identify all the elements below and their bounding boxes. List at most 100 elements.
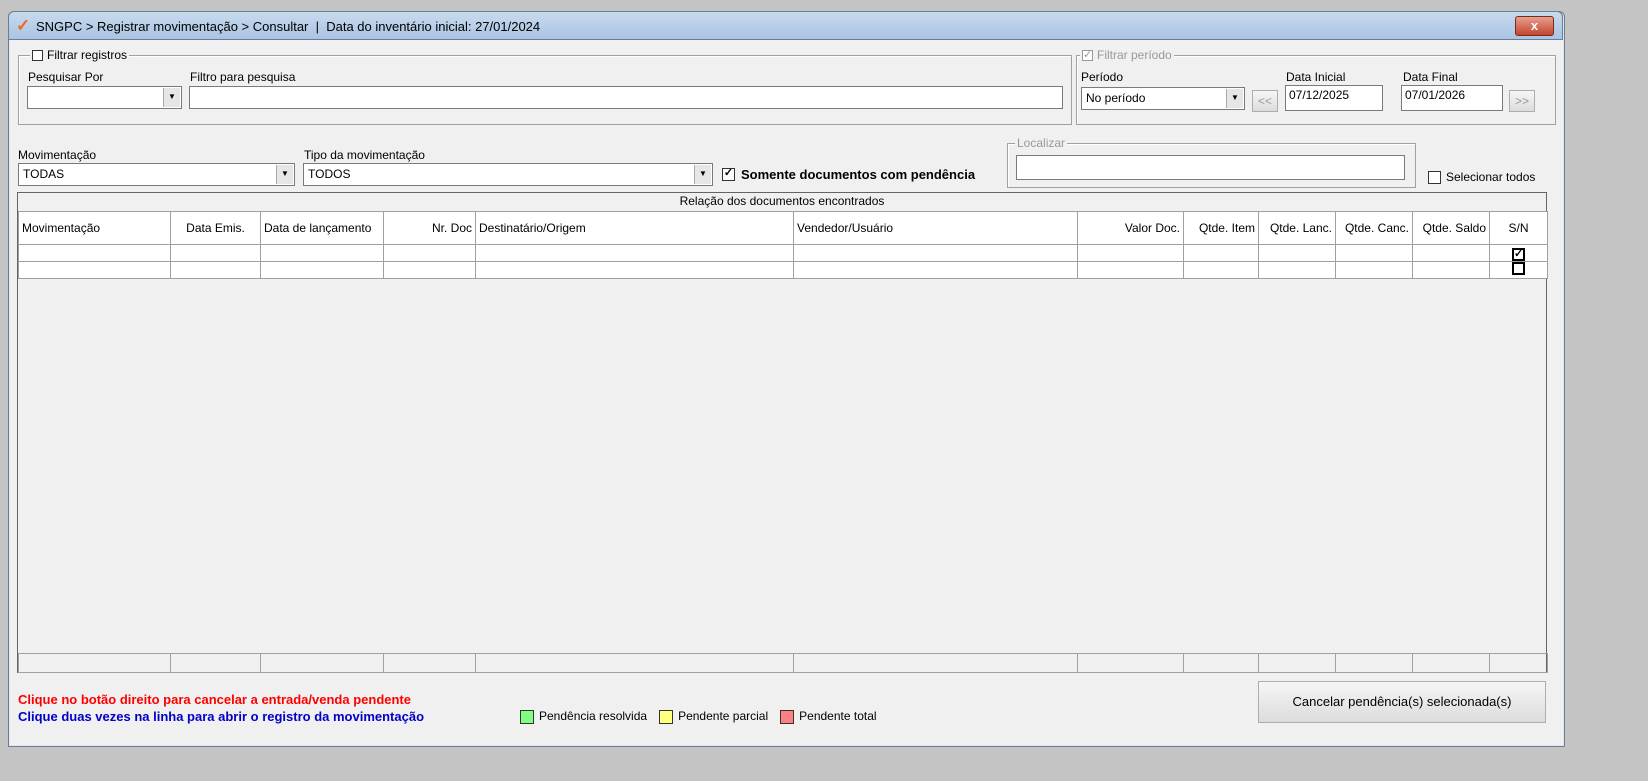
table-cell (260, 244, 384, 262)
table-cell (1183, 244, 1259, 262)
footer-cell (1258, 653, 1336, 673)
filter-checkbox[interactable] (32, 49, 43, 61)
column-header[interactable]: Data Emis. (170, 211, 261, 245)
table-cell (170, 244, 261, 262)
table-cell (1335, 261, 1413, 279)
table-cell (475, 244, 794, 262)
period-filter-label: Filtrar período (1097, 48, 1172, 62)
end-date-label: Data Final (1403, 70, 1458, 84)
movement-label: Movimentação (18, 148, 97, 162)
column-header[interactable]: Nr. Doc (383, 211, 476, 245)
footer-cell (1489, 653, 1548, 673)
search-by-label: Pesquisar Por (28, 70, 104, 84)
row-select-checkbox[interactable] (1512, 262, 1525, 275)
table-cell (18, 261, 171, 279)
pending-only-toggle[interactable]: ✓ Somente documentos com pendência (722, 167, 975, 182)
table-cell (793, 244, 1078, 262)
period-checkbox[interactable]: ✓ (1082, 49, 1093, 61)
pending-only-label: Somente documentos com pendência (741, 167, 976, 182)
table-cell (793, 261, 1078, 279)
table-cell (1412, 261, 1490, 279)
search-filter-label: Filtro para pesquisa (190, 70, 296, 84)
table-cell (1258, 261, 1336, 279)
table-cell (170, 261, 261, 279)
legend-swatch-icon (780, 709, 795, 724)
column-header[interactable]: Destinatário/Origem (475, 211, 794, 245)
period-label: Período (1081, 70, 1124, 84)
window-title: SNGPC > Registrar movimentação > Consult… (36, 19, 541, 34)
column-header[interactable]: S/N (1489, 211, 1548, 245)
grid-footer (18, 653, 1548, 673)
column-header[interactable]: Movimentação (18, 211, 171, 245)
footer-cell (260, 653, 384, 673)
app-logo-icon: ✓ (16, 16, 31, 35)
table-cell (1077, 244, 1184, 262)
filter-label: Filtrar registros (47, 48, 128, 62)
table-cell (1258, 244, 1336, 262)
previous-period-button[interactable]: << (1252, 90, 1278, 112)
search-by-select[interactable]: ▼ (27, 86, 182, 109)
footer-cell (1077, 653, 1184, 673)
legend-label: Pendente total (799, 709, 877, 723)
right-click-hint: Clique no botão direito para cancelar a … (18, 692, 411, 707)
table-cell (475, 261, 794, 279)
legend-swatch-icon (659, 709, 674, 724)
select-all-toggle[interactable]: Selecionar todos (1428, 170, 1535, 184)
end-date-input[interactable]: 07/01/2026 (1401, 85, 1503, 111)
column-header[interactable]: Qtde. Item (1183, 211, 1259, 245)
legend-item: Pendente total (780, 709, 877, 724)
close-button[interactable]: x (1515, 16, 1554, 36)
footer-cell (1335, 653, 1413, 673)
table-cell (1183, 261, 1259, 279)
sn-cell: ✓ (1489, 244, 1548, 262)
sn-cell (1489, 261, 1548, 279)
row-select-checkbox[interactable]: ✓ (1512, 247, 1525, 261)
locate-label: Localizar (1015, 136, 1068, 150)
locate-input[interactable] (1016, 155, 1405, 180)
next-period-button[interactable]: >> (1509, 90, 1535, 112)
table-row[interactable]: ✓ (18, 244, 1548, 262)
select-all-checkbox[interactable] (1428, 170, 1441, 184)
movement-select[interactable]: TODAS ▼ (18, 163, 295, 186)
table-cell (383, 261, 476, 279)
period-toggle[interactable]: ✓ Filtrar período (1080, 48, 1174, 62)
column-header[interactable]: Vendedor/Usuário (793, 211, 1078, 245)
search-filter-input[interactable] (189, 86, 1063, 109)
column-header[interactable]: Qtde. Lanc. (1258, 211, 1336, 245)
column-header[interactable]: Qtde. Saldo (1412, 211, 1490, 245)
column-header[interactable]: Qtde. Canc. (1335, 211, 1413, 245)
footer-cell (170, 653, 261, 673)
footer-cell (475, 653, 794, 673)
grid-caption: Relação dos documentos encontrados (679, 194, 885, 208)
double-click-hint: Clique duas vezes na linha para abrir o … (18, 709, 425, 724)
table-row[interactable] (18, 261, 1548, 279)
period-select[interactable]: No período ▼ (1081, 87, 1245, 110)
table-cell (260, 261, 384, 279)
column-header[interactable]: Data de lançamento (260, 211, 384, 245)
chevron-down-icon[interactable]: ▼ (163, 88, 180, 107)
table-cell (1335, 244, 1413, 262)
status-legend: Pendência resolvida Pendente parcial Pende… (520, 709, 877, 724)
footer-cell (1183, 653, 1259, 673)
start-date-label: Data Inicial (1286, 70, 1346, 84)
start-date-input[interactable]: 07/12/2025 (1285, 85, 1383, 111)
movement-type-select[interactable]: TODOS ▼ (303, 163, 713, 186)
chevron-down-icon[interactable]: ▼ (694, 165, 711, 184)
legend-swatch-icon (520, 709, 534, 724)
grid-table: Movimentação Data Emis. Data de lançamento… (18, 211, 1548, 279)
filter-toggle[interactable]: Filtrar registros (30, 48, 130, 62)
select-all-label: Selecionar todos (1446, 170, 1536, 184)
table-cell (383, 244, 476, 262)
footer-cell (383, 653, 476, 673)
pending-only-checkbox[interactable]: ✓ (722, 168, 735, 181)
column-header[interactable]: Valor Doc. (1077, 211, 1184, 245)
legend-label: Pendente parcial (678, 709, 769, 723)
legend-label: Pendência resolvida (539, 709, 648, 723)
legend-item: Pendência resolvida (520, 709, 647, 724)
footer-cell (1412, 653, 1490, 673)
chevron-down-icon[interactable]: ▼ (1226, 89, 1243, 108)
cancel-pending-button[interactable]: Cancelar pendência(s) selecionada(s) (1258, 681, 1546, 723)
chevron-down-icon[interactable]: ▼ (276, 165, 293, 184)
footer-cell (18, 653, 171, 673)
table-cell (18, 244, 171, 262)
